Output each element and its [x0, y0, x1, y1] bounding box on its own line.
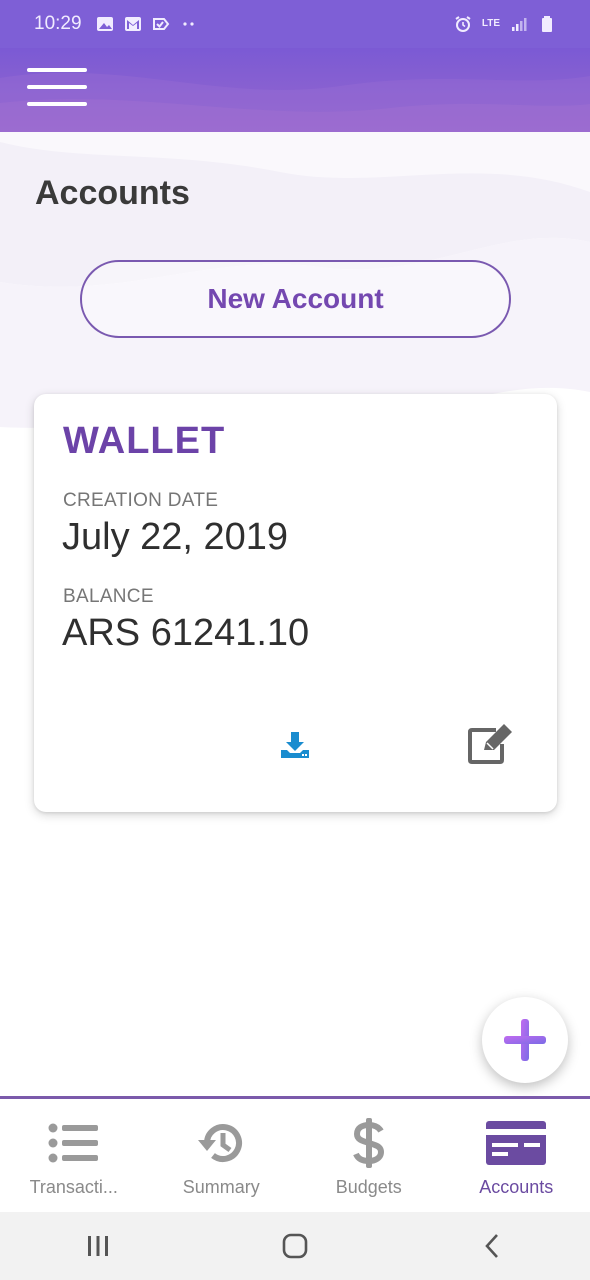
nav-label: Summary — [182, 1177, 260, 1197]
recents-icon[interactable] — [68, 1224, 128, 1268]
creation-date-value: July 22, 2019 — [62, 516, 289, 558]
menu-line — [27, 85, 87, 89]
account-name: WALLET — [63, 420, 226, 462]
status-time: 10:29 — [34, 13, 82, 34]
alarm-icon — [455, 16, 471, 32]
status-left: 10:29 — [34, 13, 198, 35]
back-icon[interactable] — [462, 1224, 522, 1268]
status-right: LTE — [454, 16, 556, 32]
nav-item-budgets[interactable]: Budgets — [295, 1099, 443, 1212]
nav-label: Accounts — [479, 1177, 554, 1197]
home-icon[interactable] — [265, 1224, 325, 1268]
balance-label: BALANCE — [63, 586, 154, 607]
signal-icon — [512, 18, 527, 31]
gallery-icon — [96, 17, 113, 31]
nav-item-transactions[interactable]: Transacti... — [0, 1099, 148, 1212]
new-account-button[interactable]: New Account — [80, 260, 511, 338]
add-fab-button[interactable] — [482, 997, 568, 1083]
nav-item-summary[interactable]: Summary — [148, 1099, 296, 1212]
card-icon — [486, 1117, 547, 1169]
bottom-navigation: Transacti... Summary Budgets Accounts — [0, 1096, 590, 1212]
list-icon — [44, 1117, 104, 1169]
system-navigation — [0, 1212, 590, 1280]
plus-icon — [504, 1019, 546, 1061]
nav-item-accounts[interactable]: Accounts — [443, 1099, 590, 1212]
nav-label: Budgets — [335, 1177, 402, 1197]
hamburger-menu-icon[interactable] — [27, 68, 87, 106]
history-icon — [191, 1117, 251, 1169]
network-type: LTE — [481, 18, 500, 29]
download-icon[interactable] — [278, 728, 312, 762]
page-title: Accounts — [35, 174, 190, 212]
app-bar-wave — [0, 72, 590, 132]
gmail-icon — [124, 17, 141, 31]
check-icon — [152, 18, 169, 30]
dots-icon — [182, 22, 194, 26]
account-card[interactable]: WALLET CREATION DATE July 22, 2019 BALAN… — [34, 394, 557, 812]
dollar-icon — [339, 1117, 399, 1169]
edit-icon[interactable] — [466, 722, 514, 766]
balance-value: ARS 61241.10 — [62, 612, 310, 654]
battery-icon — [542, 16, 552, 32]
status-bar: 10:29 LTE — [0, 0, 590, 48]
menu-line — [27, 68, 87, 72]
nav-label: Transacti... — [29, 1177, 118, 1197]
creation-date-label: CREATION DATE — [63, 490, 219, 511]
menu-line — [27, 102, 87, 106]
app-bar — [0, 48, 590, 132]
